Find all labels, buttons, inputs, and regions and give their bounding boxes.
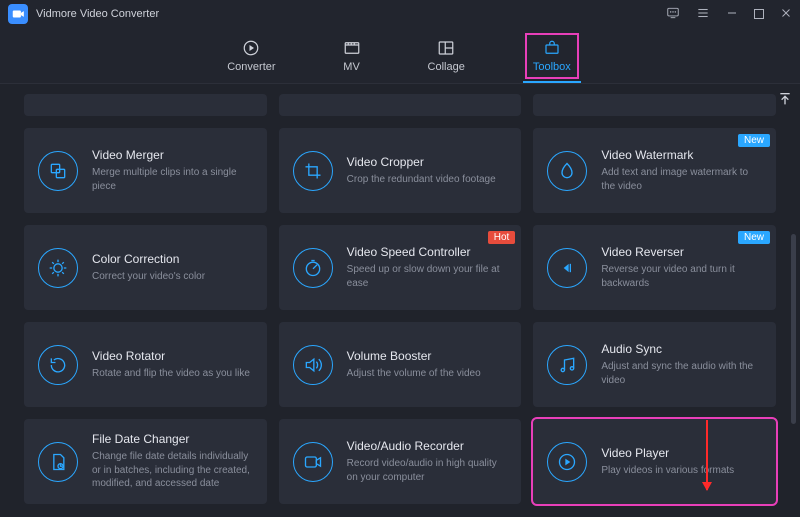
color-icon bbox=[38, 248, 78, 288]
tool-video-rotator[interactable]: Video Rotator Rotate and flip the video … bbox=[24, 322, 267, 407]
app-logo bbox=[8, 4, 28, 24]
tool-desc: Adjust and sync the audio with the video bbox=[601, 360, 762, 387]
tool-desc: Crop the redundant video footage bbox=[347, 173, 508, 187]
hot-badge: Hot bbox=[488, 231, 516, 244]
tool-card-partial[interactable] bbox=[533, 94, 776, 116]
scroll-to-top-button[interactable] bbox=[776, 90, 794, 108]
tool-desc: Play videos in various formats bbox=[601, 464, 762, 478]
new-badge: New bbox=[738, 231, 770, 244]
tool-desc: Correct your video's color bbox=[92, 270, 253, 284]
scrollbar[interactable] bbox=[791, 234, 796, 424]
tool-video-watermark[interactable]: New Video Watermark Add text and image w… bbox=[533, 128, 776, 213]
minimize-button[interactable] bbox=[726, 7, 738, 21]
tab-label: Collage bbox=[428, 61, 465, 73]
new-badge: New bbox=[738, 134, 770, 147]
tool-title: Video Merger bbox=[92, 148, 253, 162]
tab-label: Converter bbox=[227, 61, 275, 73]
tool-video-cropper[interactable]: Video Cropper Crop the redundant video f… bbox=[279, 128, 522, 213]
tool-title: Audio Sync bbox=[601, 342, 762, 356]
tool-grid: Video Merger Merge multiple clips into a… bbox=[24, 94, 776, 504]
tool-audio-sync[interactable]: Audio Sync Adjust and sync the audio wit… bbox=[533, 322, 776, 407]
watermark-icon bbox=[547, 151, 587, 191]
feedback-icon[interactable] bbox=[666, 6, 680, 22]
tool-title: Video Speed Controller bbox=[347, 245, 508, 259]
toolbox-content: Video Merger Merge multiple clips into a… bbox=[0, 84, 800, 517]
play-icon bbox=[547, 442, 587, 482]
tool-video-player[interactable]: Video Player Play videos in various form… bbox=[533, 419, 776, 504]
crop-icon bbox=[293, 151, 333, 191]
tool-card-partial[interactable] bbox=[24, 94, 267, 116]
tool-title: Video Watermark bbox=[601, 148, 762, 162]
tab-toolbox[interactable]: Toolbox bbox=[525, 33, 579, 79]
rotate-icon bbox=[38, 345, 78, 385]
tool-title: Volume Booster bbox=[347, 349, 508, 363]
speed-icon bbox=[293, 248, 333, 288]
tool-title: File Date Changer bbox=[92, 432, 253, 446]
tool-desc: Merge multiple clips into a single piece bbox=[92, 166, 253, 193]
window-controls bbox=[666, 6, 792, 22]
tab-converter[interactable]: Converter bbox=[221, 35, 281, 77]
tool-speed-controller[interactable]: Hot Video Speed Controller Speed up or s… bbox=[279, 225, 522, 310]
maximize-button[interactable] bbox=[754, 8, 764, 21]
tool-file-date-changer[interactable]: File Date Changer Change file date detai… bbox=[24, 419, 267, 504]
tool-desc: Add text and image watermark to the vide… bbox=[601, 166, 762, 193]
tool-desc: Record video/audio in high quality on yo… bbox=[347, 457, 508, 484]
recorder-icon bbox=[293, 442, 333, 482]
tool-av-recorder[interactable]: Video/Audio Recorder Record video/audio … bbox=[279, 419, 522, 504]
close-button[interactable] bbox=[780, 7, 792, 21]
annotation-arrow bbox=[706, 420, 708, 490]
tool-desc: Change file date details individually or… bbox=[92, 450, 253, 491]
file-date-icon bbox=[38, 442, 78, 482]
tool-title: Video Cropper bbox=[347, 155, 508, 169]
tool-title: Color Correction bbox=[92, 252, 253, 266]
reverse-icon bbox=[547, 248, 587, 288]
merge-icon bbox=[38, 151, 78, 191]
tool-title: Video Rotator bbox=[92, 349, 253, 363]
sync-icon bbox=[547, 345, 587, 385]
tab-mv[interactable]: MV bbox=[336, 35, 368, 77]
tool-card-partial[interactable] bbox=[279, 94, 522, 116]
main-tabs: Converter MV Collage Toolbox bbox=[0, 28, 800, 84]
tool-desc: Adjust the volume of the video bbox=[347, 367, 508, 381]
volume-icon bbox=[293, 345, 333, 385]
tab-collage[interactable]: Collage bbox=[422, 35, 471, 77]
menu-icon[interactable] bbox=[696, 6, 710, 22]
tool-volume-booster[interactable]: Volume Booster Adjust the volume of the … bbox=[279, 322, 522, 407]
tool-desc: Rotate and flip the video as you like bbox=[92, 367, 253, 381]
tool-video-merger[interactable]: Video Merger Merge multiple clips into a… bbox=[24, 128, 267, 213]
tool-title: Video Reverser bbox=[601, 245, 762, 259]
tool-color-correction[interactable]: Color Correction Correct your video's co… bbox=[24, 225, 267, 310]
titlebar: Vidmore Video Converter bbox=[0, 0, 800, 28]
tool-desc: Speed up or slow down your file at ease bbox=[347, 263, 508, 290]
app-title: Vidmore Video Converter bbox=[36, 8, 159, 20]
tool-title: Video/Audio Recorder bbox=[347, 439, 508, 453]
tab-label: Toolbox bbox=[533, 61, 571, 73]
tool-desc: Reverse your video and turn it backwards bbox=[601, 263, 762, 290]
tool-video-reverser[interactable]: New Video Reverser Reverse your video an… bbox=[533, 225, 776, 310]
tool-title: Video Player bbox=[601, 446, 762, 460]
tab-label: MV bbox=[343, 61, 360, 73]
